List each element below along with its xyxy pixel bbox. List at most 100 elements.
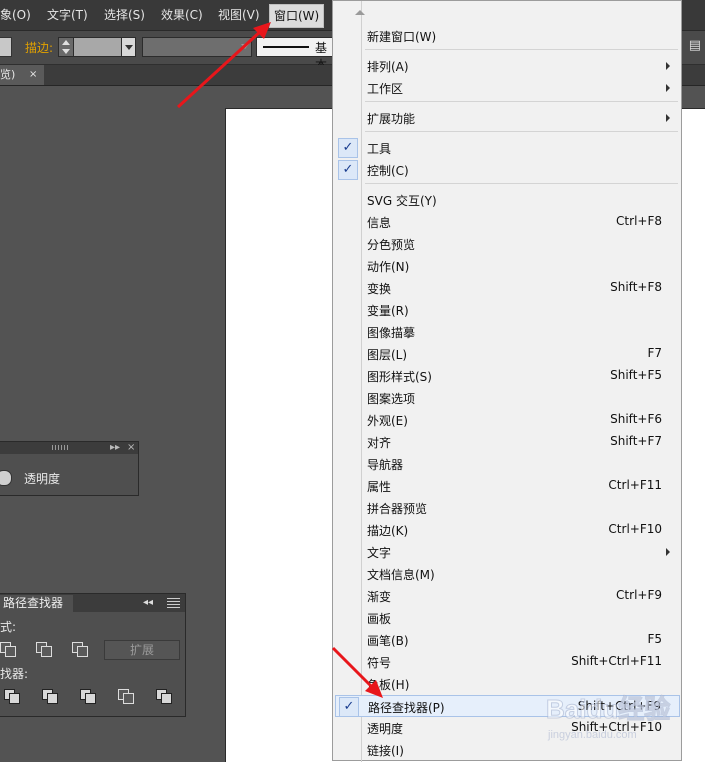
menu-item[interactable]: 渐变 Ctrl+F9 [335,585,680,607]
menu-item[interactable]: 新建窗口(W) [335,25,680,47]
transparency-icon [0,470,12,486]
panel-header: 路径查找器 ◂◂ [0,594,185,612]
brush-definition-select[interactable]: 基本 [256,37,338,72]
variable-width-profile[interactable] [142,37,252,57]
menu-object[interactable]: 象(O) [0,6,31,24]
expand-button[interactable]: 扩展 [104,640,180,660]
menu-item[interactable]: 工作区 [335,77,680,99]
menu-separator [365,183,678,184]
menu-item-label: 画板 [367,612,392,626]
menu-item[interactable]: 拼合器预览 [335,497,680,519]
stroke-weight-field[interactable] [73,37,123,57]
menu-item-label: 路径查找器(P) [368,701,445,715]
checkmark-icon: ✓ [338,138,358,158]
menu-item-shortcut: F5 [647,632,662,646]
menu-item[interactable]: 描边(K) Ctrl+F10 [335,519,680,541]
menu-item-label: 链接(I) [367,744,404,758]
menu-item-label: 文字 [367,546,392,560]
menu-view[interactable]: 视图(V) [218,6,260,24]
menu-item[interactable]: 符号 Shift+Ctrl+F11 [335,651,680,673]
menu-item-label: 控制(C) [367,164,409,178]
menu-item[interactable]: 图形样式(S) Shift+F5 [335,365,680,387]
menu-item[interactable]: 画板 [335,607,680,629]
checkmark-icon: ✓ [339,697,359,717]
stroke-weight-dropdown[interactable] [121,37,136,57]
close-icon[interactable]: × [29,65,37,85]
close-icon[interactable]: × [127,442,135,454]
fill-dropdown[interactable] [0,37,12,57]
menu-item-shortcut: Ctrl+F9 [616,588,662,602]
menu-item-label: 对齐 [367,436,392,450]
menu-item[interactable]: 扩展功能 [335,107,680,129]
document-tab-title: 览) [0,68,16,81]
menu-item[interactable]: 外观(E) Shift+F6 [335,409,680,431]
menu-item[interactable]: ✓ 控制(C) [335,159,680,181]
menu-item-label: 图像描摹 [367,326,416,340]
menu-item[interactable]: 图像描摹 [335,321,680,343]
transparency-panel-item[interactable]: 透明度 [0,462,138,492]
trim-button[interactable] [42,689,58,704]
menu-item-label: 拼合器预览 [367,502,428,516]
stroke-weight-stepper[interactable] [58,37,74,57]
menu-item-label: 扩展功能 [367,112,416,126]
menu-item-shortcut: Shift+F7 [610,434,662,448]
panel-menu-icon[interactable] [167,598,180,608]
collapse-icon[interactable]: ▸▸ [110,442,120,454]
menu-item-label: 排列(A) [367,60,409,74]
submenu-arrow-icon [666,84,670,92]
menu-select[interactable]: 选择(S) [104,6,145,24]
collapse-icon[interactable]: ◂◂ [143,597,153,608]
menu-separator [365,101,678,102]
menu-item-label: 图案选项 [367,392,416,406]
menu-item[interactable]: 信息 Ctrl+F8 [335,211,680,233]
outline-button[interactable] [156,689,172,704]
menu-item[interactable]: 画笔(B) F5 [335,629,680,651]
menu-item[interactable]: 图层(L) F7 [335,343,680,365]
crop-button[interactable] [118,689,134,704]
drag-grip-icon[interactable] [52,445,70,450]
menu-item[interactable]: 分色预览 [335,233,680,255]
menu-item-label: 导航器 [367,458,404,472]
stroke-label[interactable]: 描边: [25,39,53,56]
menu-item-label: 信息 [367,216,392,230]
menu-window[interactable]: 窗口(W) [269,4,325,28]
menu-item[interactable]: 文档信息(M) [335,563,680,585]
scroll-up-icon[interactable] [355,10,365,15]
menu-item[interactable]: 对齐 Shift+F7 [335,431,680,453]
intersect-button[interactable] [72,642,88,657]
menu-item-label: 图形样式(S) [367,370,432,384]
panel-header[interactable]: ▸▸ × [0,442,138,454]
merge-button[interactable] [80,689,96,704]
document-tab[interactable]: 览) × [0,65,44,85]
menu-item[interactable]: ✓ 工具 [335,137,680,159]
menu-item[interactable]: 属性 Ctrl+F11 [335,475,680,497]
menu-item[interactable]: 动作(N) [335,255,680,277]
tab-pathfinder[interactable]: 路径查找器 [0,595,73,612]
menu-item[interactable]: 文字 [335,541,680,563]
menu-separator [365,49,678,50]
unite-button[interactable] [0,642,16,657]
menu-item[interactable]: SVG 交互(Y) [335,189,680,211]
align-icon[interactable]: ▤ [689,38,701,53]
menu-item-shortcut: Shift+Ctrl+F11 [571,654,662,668]
menu-item[interactable]: 变量(R) [335,299,680,321]
menu-item[interactable]: 图案选项 [335,387,680,409]
menu-item[interactable]: 导航器 [335,453,680,475]
baidu-watermark: Baidu经验 jingyan.baidu.com [546,694,671,742]
menu-item[interactable]: 变换 Shift+F8 [335,277,680,299]
shape-modes-label: 式: [0,620,17,634]
submenu-arrow-icon [666,62,670,70]
menu-type[interactable]: 文字(T) [47,6,88,24]
menu-item-label: 外观(E) [367,414,408,428]
menu-separator [365,131,678,132]
menu-item-shortcut: Shift+F8 [610,280,662,294]
watermark-text: Baidu经验 [546,694,670,724]
minus-front-button[interactable] [36,642,52,657]
chevron-down-icon [241,44,249,49]
menu-effect[interactable]: 效果(C) [161,6,203,24]
submenu-arrow-icon [666,548,670,556]
transparency-label: 透明度 [24,472,61,486]
divide-button[interactable] [4,689,20,704]
menu-item-label: 新建窗口(W) [367,30,437,44]
menu-item[interactable]: 排列(A) [335,55,680,77]
